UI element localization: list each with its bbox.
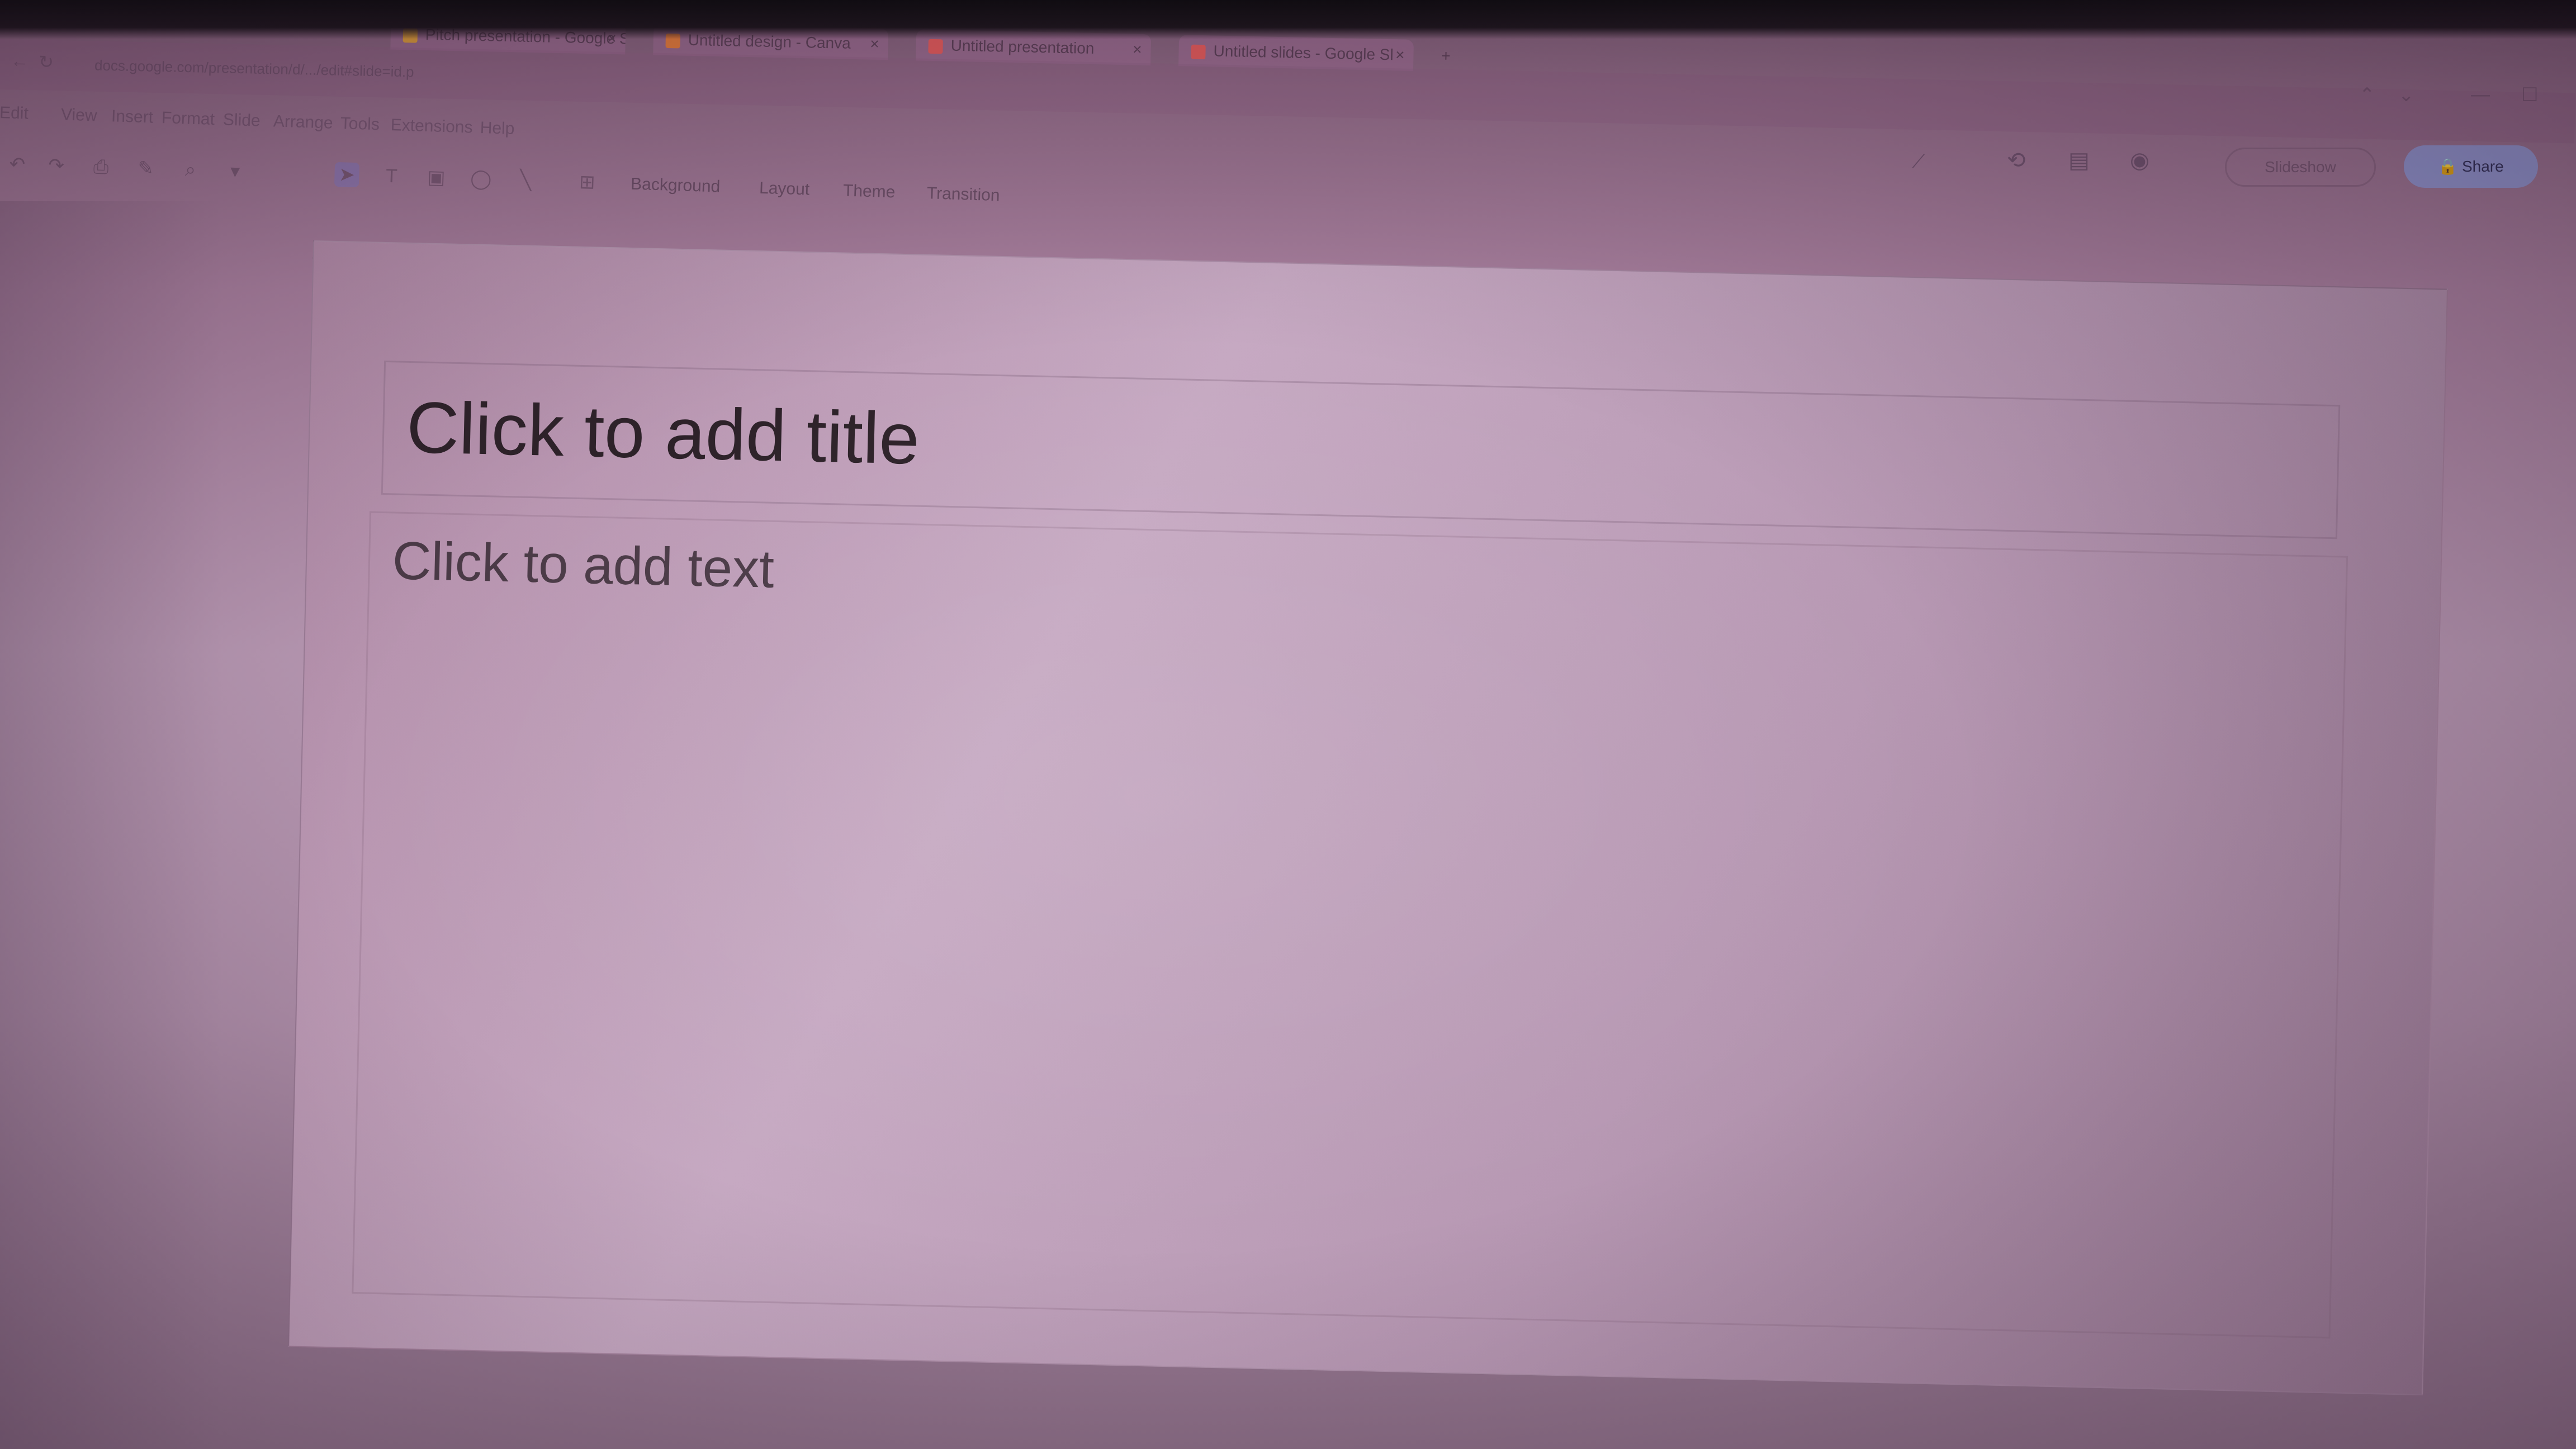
redo-icon[interactable]: ↷ bbox=[44, 153, 69, 178]
menu-view[interactable]: View bbox=[61, 105, 97, 125]
reload-icon[interactable]: ↻ bbox=[39, 51, 54, 73]
layout-button[interactable]: Layout bbox=[759, 179, 810, 200]
maximize-icon[interactable]: ☐ bbox=[2521, 84, 2538, 106]
body-placeholder-text: Click to add text bbox=[391, 531, 775, 599]
comments-icon[interactable]: ▤ bbox=[2068, 148, 2090, 173]
menu-insert[interactable]: Insert bbox=[111, 107, 154, 127]
slideshow-button[interactable]: Slideshow bbox=[2225, 148, 2376, 187]
new-tab-button[interactable]: + bbox=[1430, 40, 1462, 72]
address-bar[interactable]: docs.google.com/presentation/d/.../edit#… bbox=[94, 51, 878, 96]
monitor-bezel bbox=[0, 0, 2576, 39]
filmstrip-panel[interactable] bbox=[0, 201, 224, 1449]
back-icon[interactable]: ← bbox=[11, 50, 29, 72]
screen: Pitch presentation - Google Sl× Untitled… bbox=[0, 0, 2576, 1449]
header-right-controls: ⟋ ⟲ ▤ ◉ Slideshow 🔒 Share bbox=[1890, 134, 2576, 201]
minimize-icon[interactable]: — bbox=[2471, 84, 2490, 106]
share-button[interactable]: 🔒 Share bbox=[2404, 145, 2538, 188]
undo-icon[interactable]: ↶ bbox=[4, 151, 30, 177]
tab-label: Untitled slides - Google Sl bbox=[1213, 42, 1394, 64]
menu-extensions[interactable]: Extensions bbox=[390, 116, 473, 138]
camera-icon[interactable]: ◉ bbox=[2130, 148, 2149, 173]
menu-help[interactable]: Help bbox=[480, 119, 515, 139]
transition-button[interactable]: Transition bbox=[926, 184, 1000, 205]
body-placeholder[interactable]: Click to add text bbox=[352, 511, 2348, 1339]
paint-format-icon[interactable]: ✎ bbox=[133, 156, 158, 181]
window-controls: ⌃ ⌄ — ☐ bbox=[2359, 84, 2572, 117]
title-placeholder[interactable]: Click to add title bbox=[381, 360, 2341, 539]
line-icon[interactable]: ╲ bbox=[513, 168, 538, 193]
zoom-icon[interactable]: ⌕ bbox=[178, 157, 203, 182]
trend-icon[interactable]: ⟋ bbox=[1912, 151, 1925, 173]
theme-button[interactable]: Theme bbox=[842, 181, 896, 202]
menu-edit[interactable]: Edit bbox=[0, 103, 29, 124]
tab-label: Untitled presentation bbox=[950, 36, 1095, 58]
history-icon[interactable]: ⟲ bbox=[2007, 148, 2026, 173]
select-icon[interactable]: ➤ bbox=[334, 162, 360, 188]
share-label: Share bbox=[2461, 158, 2504, 175]
profile-icon[interactable]: ⌃ bbox=[2359, 84, 2375, 106]
text-box-icon[interactable]: T bbox=[379, 163, 404, 188]
menu-format[interactable]: Format bbox=[161, 108, 215, 129]
favicon-icon bbox=[1191, 44, 1206, 59]
close-icon[interactable]: × bbox=[1395, 39, 1405, 70]
shape-icon[interactable]: ◯ bbox=[468, 166, 494, 191]
print-icon[interactable]: ⎙ bbox=[88, 154, 113, 179]
favicon-icon bbox=[928, 39, 943, 54]
menu-tools[interactable]: Tools bbox=[340, 114, 380, 134]
comment-icon[interactable]: ⊞ bbox=[575, 169, 600, 195]
slide-canvas[interactable]: Click to add title Click to add text bbox=[288, 240, 2449, 1396]
title-placeholder-text: Click to add title bbox=[405, 386, 921, 480]
zoom-level[interactable]: ▾ bbox=[222, 159, 248, 184]
menu-arrange[interactable]: Arrange bbox=[273, 112, 333, 132]
menu-slide[interactable]: Slide bbox=[222, 111, 261, 131]
background-button[interactable]: Background bbox=[631, 174, 721, 196]
image-icon[interactable]: ▣ bbox=[424, 165, 449, 190]
collapse-icon[interactable]: ⌄ bbox=[2398, 84, 2414, 106]
